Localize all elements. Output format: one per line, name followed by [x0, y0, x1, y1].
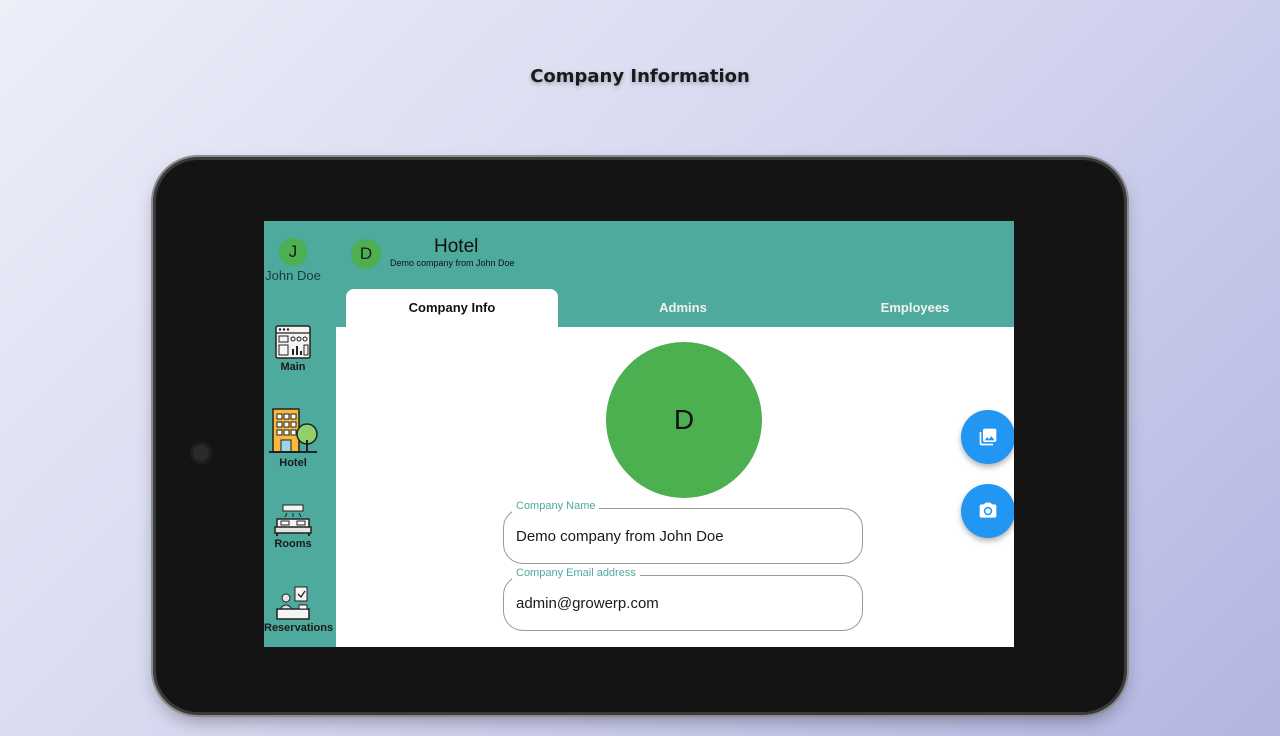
- user-avatar[interactable]: J: [279, 238, 307, 266]
- navigation-rail: J John Doe Main Hotel Rooms Reservations: [264, 221, 336, 647]
- tab-admins[interactable]: Admins: [568, 289, 798, 327]
- company-email-label: Company Email address: [512, 567, 640, 579]
- photo-library-icon: [979, 428, 997, 446]
- rail-item-rooms[interactable]: Rooms: [264, 503, 322, 550]
- app-subtitle: Demo company from John Doe: [390, 258, 515, 268]
- company-name-label: Company Name: [512, 500, 600, 512]
- tab-employees[interactable]: Employees: [800, 289, 1014, 327]
- app-title: Hotel: [434, 236, 479, 257]
- tab-company-info[interactable]: Company Info: [346, 289, 558, 327]
- company-email-input[interactable]: admin@growerp.com: [516, 595, 659, 612]
- company-info-panel: D Company Name Demo company from John Do…: [336, 327, 1014, 647]
- rail-item-main[interactable]: Main: [264, 324, 322, 373]
- rail-item-reservations[interactable]: Reservations: [264, 585, 334, 634]
- company-avatar[interactable]: D: [606, 342, 762, 498]
- camera-icon: [979, 502, 997, 518]
- rail-item-hotel[interactable]: Hotel: [264, 406, 322, 469]
- app-screen: J John Doe Main Hotel Rooms Reservations…: [264, 221, 1014, 647]
- company-avatar-small[interactable]: D: [351, 239, 381, 269]
- rail-label-reservations: Reservations: [264, 622, 334, 634]
- app-bar: D Hotel Demo company from John Doe Compa…: [336, 221, 1014, 327]
- tab-bar: Company Info Admins Employees: [336, 289, 1014, 327]
- camera-lens: [190, 442, 212, 464]
- user-profile[interactable]: J John Doe: [264, 238, 322, 283]
- company-email-field[interactable]: Company Email address admin@growerp.com: [503, 567, 863, 631]
- rail-label-main: Main: [280, 361, 306, 373]
- hotel-building-icon: [269, 408, 318, 453]
- company-name-field[interactable]: Company Name Demo company from John Doe: [503, 500, 863, 564]
- rooms-bed-icon: [274, 504, 312, 536]
- rail-label-hotel: Hotel: [279, 457, 307, 469]
- pick-image-button[interactable]: [961, 410, 1014, 464]
- reservations-desk-icon: [276, 586, 310, 620]
- dashboard-icon: [275, 325, 311, 359]
- rail-label-rooms: Rooms: [274, 538, 312, 550]
- company-name-input[interactable]: Demo company from John Doe: [516, 528, 724, 545]
- take-photo-button[interactable]: [961, 484, 1014, 538]
- user-name: John Doe: [265, 268, 321, 283]
- page-title: Company Information: [530, 66, 750, 87]
